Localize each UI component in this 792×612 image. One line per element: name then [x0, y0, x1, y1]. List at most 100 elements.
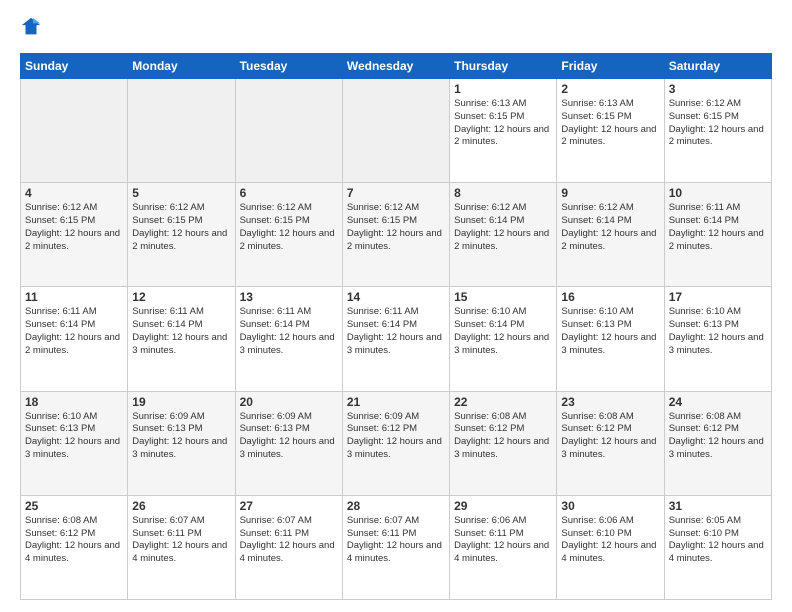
day-number: 22 [454, 395, 552, 409]
logo-icon [20, 16, 42, 38]
day-info: Sunrise: 6:10 AM Sunset: 6:13 PM Dayligh… [25, 411, 123, 462]
calendar-cell: 11 Sunrise: 6:11 AM Sunset: 6:14 PM Dayli… [21, 287, 128, 391]
day-info: Sunrise: 6:05 AM Sunset: 6:10 PM Dayligh… [669, 515, 767, 566]
calendar-cell: 10 Sunrise: 6:11 AM Sunset: 6:14 PM Dayli… [664, 183, 771, 287]
day-number: 18 [25, 395, 123, 409]
calendar-cell: 8 Sunrise: 6:12 AM Sunset: 6:14 PM Daylig… [450, 183, 557, 287]
calendar-week-row: 11 Sunrise: 6:11 AM Sunset: 6:14 PM Dayli… [21, 287, 772, 391]
day-number: 16 [561, 290, 659, 304]
calendar-cell [21, 79, 128, 183]
calendar-header-tuesday: Tuesday [235, 54, 342, 79]
day-info: Sunrise: 6:12 AM Sunset: 6:14 PM Dayligh… [454, 202, 552, 253]
calendar-cell [235, 79, 342, 183]
day-number: 25 [25, 499, 123, 513]
day-number: 10 [669, 186, 767, 200]
calendar-cell: 31 Sunrise: 6:05 AM Sunset: 6:10 PM Dayli… [664, 495, 771, 599]
calendar-cell: 2 Sunrise: 6:13 AM Sunset: 6:15 PM Daylig… [557, 79, 664, 183]
day-info: Sunrise: 6:10 AM Sunset: 6:13 PM Dayligh… [669, 306, 767, 357]
calendar-header-sunday: Sunday [21, 54, 128, 79]
day-info: Sunrise: 6:07 AM Sunset: 6:11 PM Dayligh… [132, 515, 230, 566]
calendar-cell: 5 Sunrise: 6:12 AM Sunset: 6:15 PM Daylig… [128, 183, 235, 287]
calendar-cell: 15 Sunrise: 6:10 AM Sunset: 6:14 PM Dayli… [450, 287, 557, 391]
calendar-cell: 14Sunrise: 6:11 AM Sunset: 6:14 PM Dayli… [342, 287, 449, 391]
calendar-cell: 19Sunrise: 6:09 AM Sunset: 6:13 PM Dayli… [128, 391, 235, 495]
day-info: Sunrise: 6:12 AM Sunset: 6:15 PM Dayligh… [132, 202, 230, 253]
day-number: 2 [561, 82, 659, 96]
day-number: 20 [240, 395, 338, 409]
calendar-cell: 16 Sunrise: 6:10 AM Sunset: 6:13 PM Dayli… [557, 287, 664, 391]
calendar-cell: 24Sunrise: 6:08 AM Sunset: 6:12 PM Dayli… [664, 391, 771, 495]
day-number: 15 [454, 290, 552, 304]
calendar-header-thursday: Thursday [450, 54, 557, 79]
calendar-header-saturday: Saturday [664, 54, 771, 79]
logo [20, 16, 46, 43]
day-info: Sunrise: 6:11 AM Sunset: 6:14 PM Dayligh… [132, 306, 230, 357]
day-number: 11 [25, 290, 123, 304]
header [20, 16, 772, 43]
day-number: 5 [132, 186, 230, 200]
day-info: Sunrise: 6:12 AM Sunset: 6:15 PM Dayligh… [669, 98, 767, 149]
calendar-cell: 17Sunrise: 6:10 AM Sunset: 6:13 PM Dayli… [664, 287, 771, 391]
calendar-cell: 22 Sunrise: 6:08 AM Sunset: 6:12 PM Dayli… [450, 391, 557, 495]
day-info: Sunrise: 6:06 AM Sunset: 6:10 PM Dayligh… [561, 515, 659, 566]
calendar-week-row: 18 Sunrise: 6:10 AM Sunset: 6:13 PM Dayli… [21, 391, 772, 495]
day-number: 14 [347, 290, 445, 304]
day-info: Sunrise: 6:13 AM Sunset: 6:15 PM Dayligh… [561, 98, 659, 149]
day-number: 26 [132, 499, 230, 513]
calendar-cell: 1 Sunrise: 6:13 AM Sunset: 6:15 PM Daylig… [450, 79, 557, 183]
calendar-week-row: 4 Sunrise: 6:12 AM Sunset: 6:15 PM Daylig… [21, 183, 772, 287]
day-number: 7 [347, 186, 445, 200]
calendar-week-row: 25Sunrise: 6:08 AM Sunset: 6:12 PM Dayli… [21, 495, 772, 599]
calendar-cell: 30Sunrise: 6:06 AM Sunset: 6:10 PM Dayli… [557, 495, 664, 599]
day-number: 21 [347, 395, 445, 409]
day-number: 19 [132, 395, 230, 409]
day-info: Sunrise: 6:09 AM Sunset: 6:12 PM Dayligh… [347, 411, 445, 462]
calendar-cell [128, 79, 235, 183]
day-number: 6 [240, 186, 338, 200]
day-number: 3 [669, 82, 767, 96]
day-number: 31 [669, 499, 767, 513]
calendar-table: SundayMondayTuesdayWednesdayThursdayFrid… [20, 53, 772, 600]
day-number: 29 [454, 499, 552, 513]
calendar-cell: 13Sunrise: 6:11 AM Sunset: 6:14 PM Dayli… [235, 287, 342, 391]
calendar-cell: 7 Sunrise: 6:12 AM Sunset: 6:15 PM Daylig… [342, 183, 449, 287]
day-info: Sunrise: 6:13 AM Sunset: 6:15 PM Dayligh… [454, 98, 552, 149]
calendar-header-monday: Monday [128, 54, 235, 79]
calendar-cell: 27 Sunrise: 6:07 AM Sunset: 6:11 PM Dayli… [235, 495, 342, 599]
day-number: 12 [132, 290, 230, 304]
calendar-header-friday: Friday [557, 54, 664, 79]
calendar-cell: 28Sunrise: 6:07 AM Sunset: 6:11 PM Dayli… [342, 495, 449, 599]
day-number: 8 [454, 186, 552, 200]
day-number: 9 [561, 186, 659, 200]
calendar-cell: 20Sunrise: 6:09 AM Sunset: 6:13 PM Dayli… [235, 391, 342, 495]
calendar-cell: 21 Sunrise: 6:09 AM Sunset: 6:12 PM Dayli… [342, 391, 449, 495]
day-number: 28 [347, 499, 445, 513]
calendar-cell [342, 79, 449, 183]
day-info: Sunrise: 6:11 AM Sunset: 6:14 PM Dayligh… [669, 202, 767, 253]
calendar-cell: 23Sunrise: 6:08 AM Sunset: 6:12 PM Dayli… [557, 391, 664, 495]
calendar-cell: 29 Sunrise: 6:06 AM Sunset: 6:11 PM Dayli… [450, 495, 557, 599]
day-info: Sunrise: 6:12 AM Sunset: 6:15 PM Dayligh… [25, 202, 123, 253]
day-number: 4 [25, 186, 123, 200]
day-number: 1 [454, 82, 552, 96]
day-info: Sunrise: 6:08 AM Sunset: 6:12 PM Dayligh… [561, 411, 659, 462]
calendar-week-row: 1 Sunrise: 6:13 AM Sunset: 6:15 PM Daylig… [21, 79, 772, 183]
calendar-cell: 4 Sunrise: 6:12 AM Sunset: 6:15 PM Daylig… [21, 183, 128, 287]
calendar-cell: 25Sunrise: 6:08 AM Sunset: 6:12 PM Dayli… [21, 495, 128, 599]
day-info: Sunrise: 6:10 AM Sunset: 6:14 PM Dayligh… [454, 306, 552, 357]
day-info: Sunrise: 6:10 AM Sunset: 6:13 PM Dayligh… [561, 306, 659, 357]
day-number: 13 [240, 290, 338, 304]
day-number: 27 [240, 499, 338, 513]
day-info: Sunrise: 6:08 AM Sunset: 6:12 PM Dayligh… [454, 411, 552, 462]
day-info: Sunrise: 6:06 AM Sunset: 6:11 PM Dayligh… [454, 515, 552, 566]
day-info: Sunrise: 6:12 AM Sunset: 6:15 PM Dayligh… [347, 202, 445, 253]
day-info: Sunrise: 6:08 AM Sunset: 6:12 PM Dayligh… [669, 411, 767, 462]
calendar-cell: 9Sunrise: 6:12 AM Sunset: 6:14 PM Daylig… [557, 183, 664, 287]
page: SundayMondayTuesdayWednesdayThursdayFrid… [0, 0, 792, 612]
day-info: Sunrise: 6:07 AM Sunset: 6:11 PM Dayligh… [240, 515, 338, 566]
calendar-cell: 3 Sunrise: 6:12 AM Sunset: 6:15 PM Daylig… [664, 79, 771, 183]
day-info: Sunrise: 6:11 AM Sunset: 6:14 PM Dayligh… [25, 306, 123, 357]
day-info: Sunrise: 6:12 AM Sunset: 6:15 PM Dayligh… [240, 202, 338, 253]
calendar-cell: 26 Sunrise: 6:07 AM Sunset: 6:11 PM Dayli… [128, 495, 235, 599]
calendar-header-row: SundayMondayTuesdayWednesdayThursdayFrid… [21, 54, 772, 79]
